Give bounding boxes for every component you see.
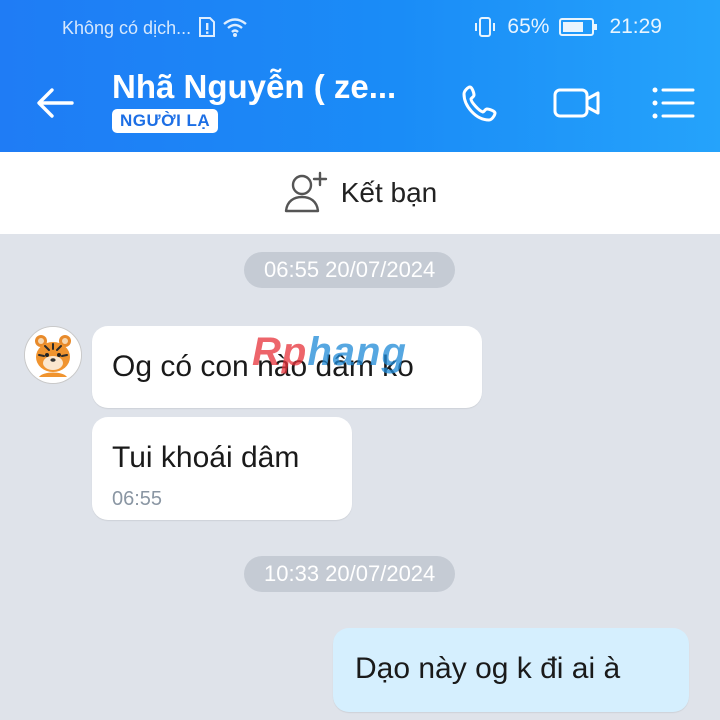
watermark-logo: Rphang (252, 330, 407, 375)
date-separator: 06:55 20/07/2024 (244, 252, 456, 288)
status-icons (198, 16, 248, 38)
stranger-badge: NGƯỜI LẠ (112, 109, 219, 133)
battery-percent: 65% (507, 15, 550, 38)
back-arrow-icon[interactable] (30, 78, 80, 128)
menu-list-icon[interactable] (648, 78, 698, 128)
chat-header: Nhã Nguyễn ( ze... NGƯỜI LẠ (0, 56, 720, 152)
message-time: 06:55 (112, 488, 163, 510)
sent-message-bubble[interactable]: Dạo này og k đi ai à (333, 628, 689, 712)
wifi-icon (223, 18, 247, 37)
avatar[interactable] (24, 326, 82, 384)
add-friend-label: Kết bạn (340, 177, 438, 208)
message-text: Tui khoái dâm (112, 441, 300, 474)
date-separator: 10:33 20/07/2024 (244, 556, 456, 592)
message-text: Dạo này og k đi ai à (355, 652, 621, 685)
video-call-icon[interactable] (552, 78, 602, 128)
battery-icon (559, 18, 598, 36)
received-message-bubble[interactable]: Tui khoái dâm 06:55 (92, 417, 352, 520)
clock: 21:29 (609, 15, 662, 38)
sim-alert-icon (199, 17, 215, 37)
watermark-part-b: hang (307, 330, 407, 374)
contact-name[interactable]: Nhã Nguyễn ( ze... (112, 68, 396, 106)
tiger-avatar-icon (25, 327, 81, 383)
vibrate-icon (475, 17, 496, 37)
phone-call-icon[interactable] (456, 78, 506, 128)
carrier-text: Không có dịch... (62, 18, 192, 38)
watermark-part-a: Rp (252, 330, 308, 374)
status-right: 65% 21:29 (473, 15, 662, 39)
top-bar: Không có dịch... 65% 21:29 Nhã Nguyễn (… (0, 0, 720, 152)
add-friend-bar[interactable]: Kết bạn (0, 152, 720, 234)
add-friend-icon (284, 171, 327, 213)
status-bar: Không có dịch... 65% 21:29 (0, 0, 720, 56)
